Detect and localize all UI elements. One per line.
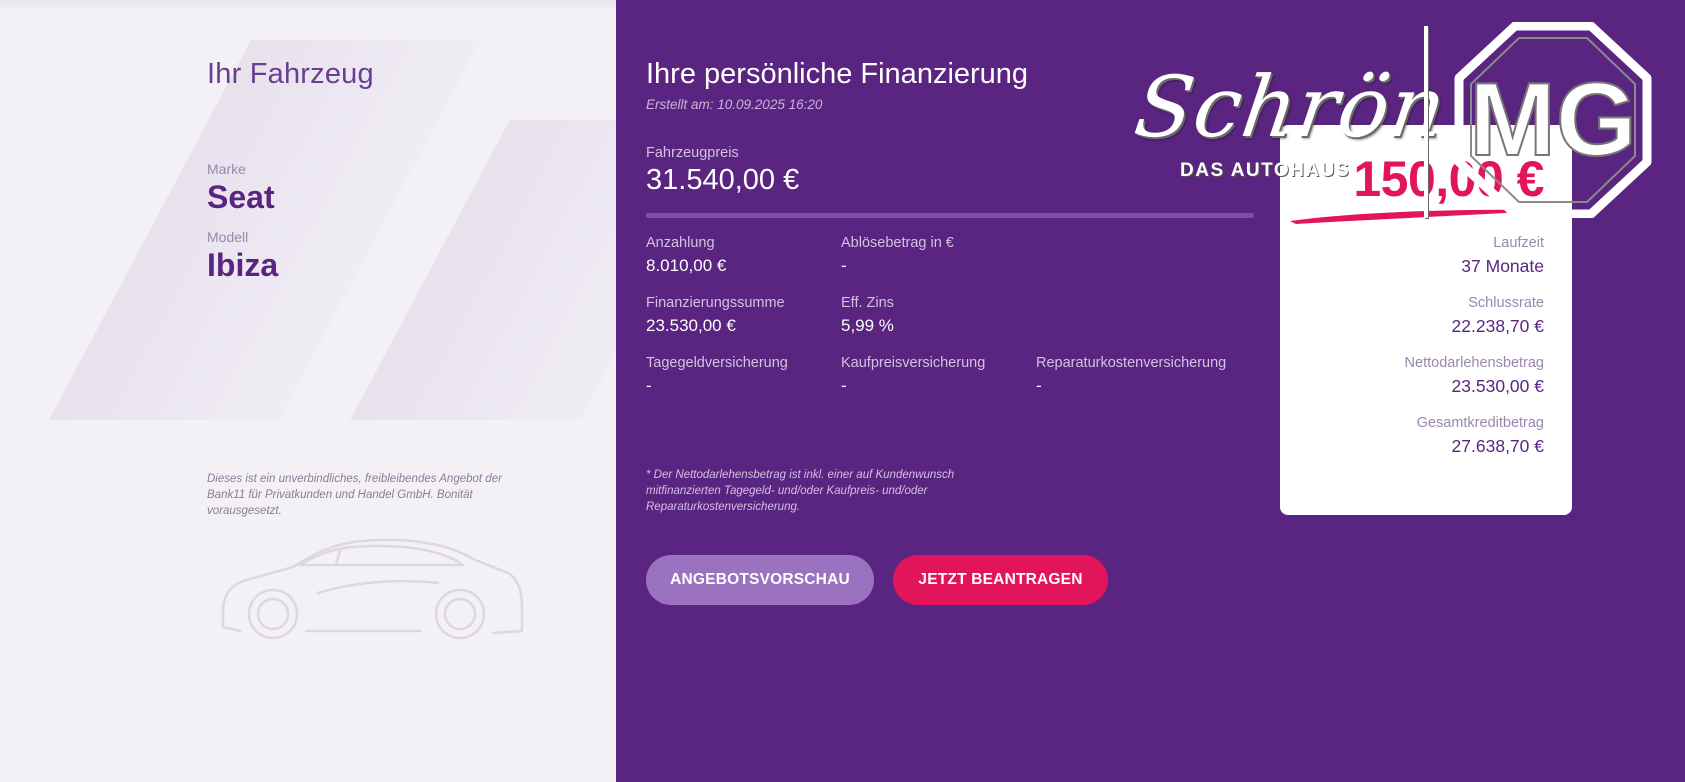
brand-value: Seat [207,179,275,215]
purchase-price-insurance-value: - [841,376,847,395]
term-label: Laufzeit [1493,235,1544,251]
created-timestamp: Erstellt am: 10.09.2025 16:20 [646,97,823,112]
underline-swoosh-icon [1290,209,1558,224]
net-loan-label: Nettodarlehensbetrag [1404,355,1544,371]
financing-sum-label: Finanzierungssumme [646,295,785,311]
financing-sum-value: 23.530,00 € [646,316,736,335]
car-outline-icon [221,538,524,640]
brand-label: Marke [207,161,246,177]
financing-title: Ihre persönliche Finanzierung [646,58,1029,90]
monthly-rate-value: 150,00 € [1353,151,1544,207]
apply-now-button[interactable]: JETZT BEANTRAGEN [893,555,1108,605]
vehicle-price-value: 31.540,00 € [646,164,800,196]
down-payment-value: 8.010,00 € [646,256,727,275]
vehicle-panel: Ihr Fahrzeug Marke Seat Modell Ibiza Die… [0,0,616,782]
offer-disclaimer: Dieses ist ein unverbindliches, freiblei… [207,473,502,517]
purchase-price-insurance-label: Kaufpreisversicherung [841,355,986,371]
repair-cost-insurance-label: Reparaturkostenversicherung [1036,355,1227,371]
interest-rate-value: 5,99 % [841,316,894,335]
daily-allowance-insurance-label: Tagegeldversicherung [646,355,788,371]
model-value: Ibiza [207,247,279,283]
model-label: Modell [207,229,249,245]
vehicle-price-label: Fahrzeugpreis [646,145,739,161]
total-credit-label: Gesamtkreditbetrag [1416,415,1544,431]
down-payment-label: Anzahlung [646,235,715,251]
repair-cost-insurance-value: - [1036,376,1042,395]
summary-card: 150,00 € Laufzeit 37 Monate Schlussrate … [1280,125,1572,515]
payoff-amount-value: - [841,256,847,275]
loan-footnote: * Der Nettodarlehensbetrag ist inkl. ein… [646,469,955,513]
divider [646,213,1254,218]
top-shadow [0,0,616,10]
offer-preview-button[interactable]: ANGEBOTSVORSCHAU [646,555,874,605]
payoff-amount-label: Ablösebetrag in € [841,235,954,251]
term-value: 37 Monate [1461,256,1544,276]
final-rate-value: 22.238,70 € [1451,316,1544,336]
vehicle-title: Ihr Fahrzeug [207,58,374,90]
total-credit-value: 27.638,70 € [1451,436,1544,456]
interest-rate-label: Eff. Zins [841,295,894,311]
net-loan-value: 23.530,00 € [1451,376,1544,396]
daily-allowance-insurance-value: - [646,376,652,395]
final-rate-label: Schlussrate [1468,295,1544,311]
